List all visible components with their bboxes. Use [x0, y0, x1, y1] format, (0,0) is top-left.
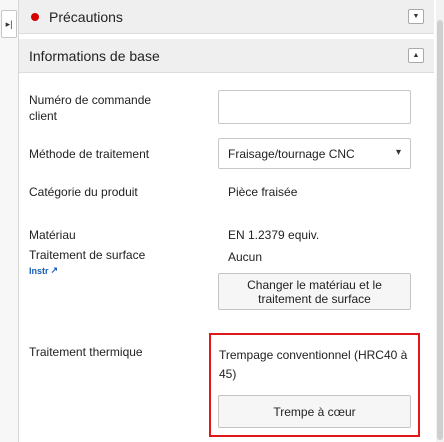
product-category-value: Pièce fraisée [228, 185, 298, 199]
collapse-right-icon: ▸| [5, 18, 13, 29]
heat-treatment-value: Trempage conventionnel (HRC40 à 45) [219, 348, 408, 381]
change-material-button[interactable]: Changer le matériau et le traitement de … [218, 273, 411, 310]
through-hardening-button[interactable]: Trempe à cœur [218, 395, 411, 428]
heat-treatment-label: Traitement thermique [29, 345, 143, 359]
alert-dot-icon [31, 12, 39, 21]
processing-method-label: Méthode de traitement [29, 147, 150, 161]
basic-info-header[interactable]: Informations de base ▲ [19, 39, 434, 73]
instr-link[interactable]: Instr ↗ [29, 265, 58, 276]
customer-order-input[interactable] [218, 90, 411, 124]
chevron-up-icon: ▲ [412, 52, 420, 59]
basic-info-toggle-button[interactable]: ▲ [408, 48, 424, 63]
material-value: EN 1.2379 equiv. [228, 228, 320, 242]
precautions-header[interactable]: Précautions ▼ [19, 0, 434, 34]
product-category-label: Catégorie du produit [29, 185, 138, 199]
surface-treatment-value: Aucun [228, 250, 263, 264]
processing-method-select[interactable]: Fraisage/tournage CNC ▾ [218, 138, 411, 169]
chevron-down-icon: ▾ [395, 147, 401, 158]
customer-order-label: Numéro de commande client [29, 93, 152, 123]
processing-method-value: Fraisage/tournage CNC [228, 146, 355, 161]
material-label: Matériau [29, 228, 76, 242]
collapse-panel-button[interactable]: ▸| [1, 10, 17, 38]
basic-info-title: Informations de base [29, 47, 160, 64]
external-link-icon: ↗ [50, 265, 59, 275]
precautions-title: Précautions [49, 8, 123, 25]
scrollbar[interactable] [436, 0, 444, 442]
chevron-down-icon: ▼ [412, 13, 420, 20]
scrollbar-thumb[interactable] [437, 20, 443, 440]
surface-treatment-label: Traitement de surface [29, 248, 146, 262]
left-rail: ▸| [0, 0, 19, 442]
instr-link-label: Instr [29, 265, 49, 276]
precautions-toggle-button[interactable]: ▼ [408, 9, 424, 24]
